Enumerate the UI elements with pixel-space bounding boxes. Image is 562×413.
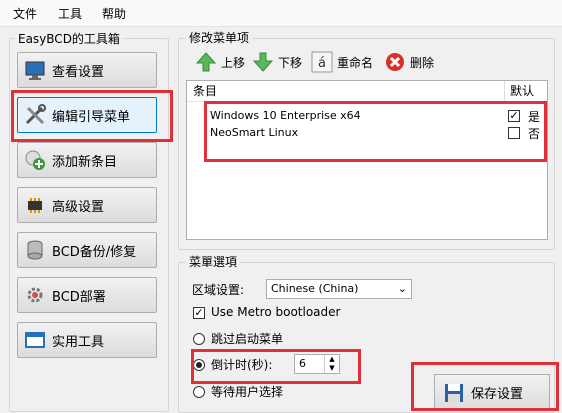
wait-user-radio[interactable] bbox=[193, 386, 205, 398]
modify-menu-title: 修改菜单项 bbox=[186, 29, 253, 46]
database-icon bbox=[24, 239, 46, 261]
metro-label: Use Metro bootloader bbox=[211, 305, 341, 319]
column-divider bbox=[504, 81, 505, 101]
delete-button[interactable]: 删除 bbox=[384, 50, 434, 74]
wait-user-label: 等待用户选择 bbox=[211, 385, 284, 399]
region-value: Chinese (China) bbox=[271, 282, 359, 295]
bcd-deploy-button[interactable]: BCD部署 bbox=[17, 277, 157, 313]
menu-bar: 文件 工具 帮助 bbox=[0, 0, 562, 27]
rename-icon: á bbox=[311, 51, 333, 73]
utilities-label: 实用工具 bbox=[52, 334, 105, 350]
bcd-deploy-label: BCD部署 bbox=[52, 289, 106, 305]
delete-label: 删除 bbox=[410, 55, 435, 70]
toolbox-title: EasyBCD的工具箱 bbox=[15, 30, 123, 47]
bcd-backup-label: BCD备份/修复 bbox=[52, 244, 137, 260]
metro-checkbox[interactable]: ✓ bbox=[193, 307, 205, 319]
arrow-down-icon bbox=[252, 51, 274, 73]
monitor-icon bbox=[24, 59, 46, 81]
bcd-backup-button[interactable]: BCD备份/修复 bbox=[17, 232, 157, 268]
view-settings-button[interactable]: 查看设置 bbox=[17, 52, 157, 88]
highlight-save bbox=[411, 362, 559, 411]
column-entry-header[interactable]: 条目 bbox=[193, 81, 217, 101]
move-up-label: 上移 bbox=[221, 55, 246, 70]
highlight-entries bbox=[204, 101, 547, 162]
advanced-settings-label: 高级设置 bbox=[52, 199, 105, 215]
rename-button[interactable]: á 重命名 bbox=[311, 50, 373, 74]
window-icon bbox=[24, 329, 46, 351]
arrow-up-icon bbox=[195, 51, 217, 73]
menu-help[interactable]: 帮助 bbox=[102, 5, 126, 22]
add-entry-button[interactable]: 添加新条目 bbox=[17, 142, 157, 178]
region-label: 区域设置: bbox=[192, 283, 245, 297]
rename-label: 重命名 bbox=[337, 55, 374, 70]
chevron-down-icon: ⌄ bbox=[397, 282, 407, 295]
column-default-header[interactable]: 默认 bbox=[510, 81, 534, 101]
region-select[interactable]: Chinese (China) ⌄ bbox=[266, 279, 412, 299]
highlight-edit-menu bbox=[11, 90, 173, 142]
utilities-button[interactable]: 实用工具 bbox=[17, 322, 157, 358]
gear-icon bbox=[24, 284, 46, 306]
add-entry-icon bbox=[24, 149, 46, 171]
highlight-countdown bbox=[191, 349, 361, 384]
menu-tools[interactable]: 工具 bbox=[58, 5, 82, 22]
view-settings-label: 查看设置 bbox=[52, 64, 105, 80]
delete-icon bbox=[384, 51, 406, 73]
skip-menu-label: 跳过启动菜单 bbox=[211, 332, 284, 346]
move-down-button[interactable]: 下移 bbox=[252, 50, 302, 74]
chip-icon bbox=[24, 194, 46, 216]
menu-options-title: 菜單選項 bbox=[186, 253, 241, 270]
skip-menu-radio[interactable] bbox=[193, 333, 205, 345]
move-down-label: 下移 bbox=[278, 55, 303, 70]
move-up-button[interactable]: 上移 bbox=[195, 50, 245, 74]
add-entry-label: 添加新条目 bbox=[52, 154, 118, 170]
menu-file[interactable]: 文件 bbox=[13, 5, 37, 22]
advanced-settings-button[interactable]: 高级设置 bbox=[17, 187, 157, 223]
svg-text:á: á bbox=[318, 56, 326, 71]
